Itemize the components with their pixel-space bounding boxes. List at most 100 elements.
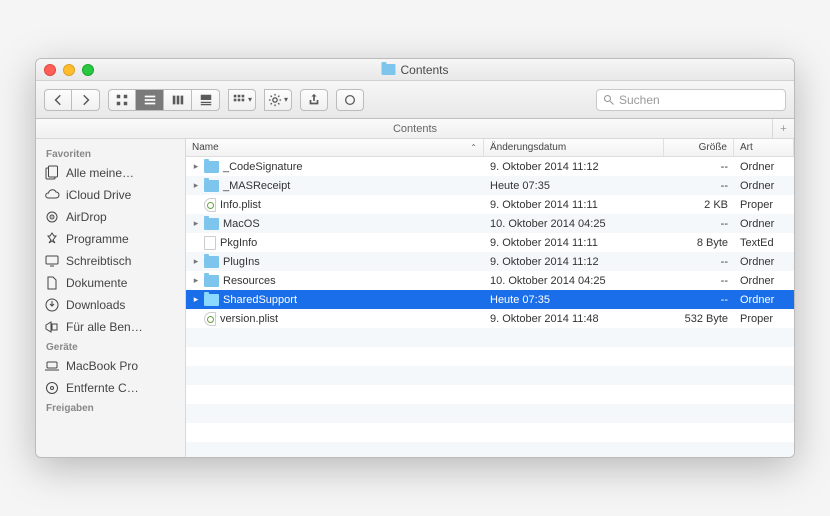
- table-row[interactable]: ▸ _CodeSignature 9. Oktober 2014 11:12--Or…: [186, 157, 794, 176]
- file-date: 10. Oktober 2014 04:25: [484, 275, 664, 287]
- search-field[interactable]: Suchen: [596, 89, 786, 111]
- column-kind[interactable]: Art: [734, 139, 794, 156]
- file-date: Heute 07:35: [484, 180, 664, 192]
- disk-icon: [44, 380, 60, 396]
- disclosure-triangle-icon[interactable]: ▸: [192, 218, 200, 229]
- share-button[interactable]: [300, 89, 328, 111]
- view-list-button[interactable]: [136, 89, 164, 111]
- minimize-button[interactable]: [63, 64, 75, 76]
- file-name: _CodeSignature: [223, 161, 303, 173]
- column-headers: Name⌃ Änderungsdatum Größe Art: [186, 139, 794, 157]
- sidebar-item-label: AirDrop: [66, 210, 107, 224]
- disclosure-triangle-icon[interactable]: ▸: [192, 180, 200, 191]
- file-kind: Proper: [734, 199, 794, 211]
- sidebar-item[interactable]: Alle meine…: [36, 162, 185, 184]
- column-date[interactable]: Änderungsdatum: [484, 139, 664, 156]
- view-column-button[interactable]: [164, 89, 192, 111]
- file-date: 9. Oktober 2014 11:11: [484, 237, 664, 249]
- forward-button[interactable]: [72, 89, 100, 111]
- folder-icon: [204, 294, 219, 306]
- column-name[interactable]: Name⌃: [186, 139, 484, 156]
- view-coverflow-button[interactable]: [192, 89, 220, 111]
- file-kind: Ordner: [734, 161, 794, 173]
- column-size[interactable]: Größe: [664, 139, 734, 156]
- sidebar-item-label: Schreibtisch: [66, 254, 131, 268]
- sidebar-item-label: Alle meine…: [66, 166, 134, 180]
- sidebar-item[interactable]: AirDrop: [36, 206, 185, 228]
- sidebar-item[interactable]: Für alle Ben…: [36, 316, 185, 338]
- view-buttons: [108, 89, 220, 111]
- sidebar-item[interactable]: Schreibtisch: [36, 250, 185, 272]
- sidebar-item[interactable]: Programme: [36, 228, 185, 250]
- finder-window: Contents ▾ ▾ Suchen Contents + Favoriten…: [35, 58, 795, 458]
- toolbar: ▾ ▾ Suchen: [36, 81, 794, 119]
- sidebar-item[interactable]: Downloads: [36, 294, 185, 316]
- file-icon: [204, 236, 216, 250]
- file-name: Resources: [223, 275, 276, 287]
- add-tab-button[interactable]: +: [772, 119, 794, 139]
- title-text: Contents: [400, 63, 448, 77]
- file-kind: TextEd: [734, 237, 794, 249]
- empty-row: [186, 328, 794, 347]
- empty-row: [186, 347, 794, 366]
- empty-row: [186, 404, 794, 423]
- tags-button[interactable]: [336, 89, 364, 111]
- file-name: _MASReceipt: [223, 180, 290, 192]
- laptop-icon: [44, 358, 60, 374]
- file-name: SharedSupport: [223, 294, 297, 306]
- titlebar[interactable]: Contents: [36, 59, 794, 81]
- file-date: 9. Oktober 2014 11:11: [484, 199, 664, 211]
- empty-row: [186, 385, 794, 404]
- folder-icon: [204, 161, 219, 173]
- table-row[interactable]: Info.plist9. Oktober 2014 11:112 KBPrope…: [186, 195, 794, 214]
- sidebar-item[interactable]: Entfernte C…: [36, 377, 185, 399]
- file-name: Info.plist: [220, 199, 261, 211]
- disclosure-triangle-icon[interactable]: ▸: [192, 161, 200, 172]
- tab-label[interactable]: Contents: [393, 123, 437, 135]
- sidebar-item-label: Downloads: [66, 298, 125, 312]
- file-kind: Ordner: [734, 218, 794, 230]
- table-row[interactable]: version.plist9. Oktober 2014 11:48532 By…: [186, 309, 794, 328]
- table-row[interactable]: ▸MacOS10. Oktober 2014 04:25--Ordner: [186, 214, 794, 233]
- table-row[interactable]: ▸Resources10. Oktober 2014 04:25--Ordner: [186, 271, 794, 290]
- sidebar: Favoriten Alle meine… iCloud Drive AirDrop P…: [36, 139, 186, 457]
- disclosure-triangle-icon[interactable]: ▸: [192, 294, 200, 305]
- table-row[interactable]: ▸PlugIns9. Oktober 2014 11:12--Ordner: [186, 252, 794, 271]
- table-row[interactable]: ▸SharedSupportHeute 07:35--Ordner: [186, 290, 794, 309]
- file-name: MacOS: [223, 218, 260, 230]
- sort-indicator-icon: ⌃: [470, 143, 477, 152]
- sidebar-item[interactable]: Dokumente: [36, 272, 185, 294]
- downloads-icon: [44, 297, 60, 313]
- table-row[interactable]: ▸_MASReceiptHeute 07:35--Ordner: [186, 176, 794, 195]
- disclosure-triangle-icon[interactable]: ▸: [192, 256, 200, 267]
- file-kind: Ordner: [734, 275, 794, 287]
- disclosure-triangle-icon[interactable]: ▸: [192, 275, 200, 286]
- desktop-icon: [44, 253, 60, 269]
- back-button[interactable]: [44, 89, 72, 111]
- sidebar-item-label: Programme: [66, 232, 129, 246]
- file-size: --: [664, 161, 734, 173]
- zoom-button[interactable]: [82, 64, 94, 76]
- file-size: --: [664, 294, 734, 306]
- sidebar-item[interactable]: MacBook Pro: [36, 355, 185, 377]
- search-placeholder: Suchen: [619, 93, 660, 107]
- file-date: 9. Oktober 2014 11:12: [484, 256, 664, 268]
- sidebar-header: Geräte: [36, 338, 185, 355]
- table-row[interactable]: PkgInfo9. Oktober 2014 11:118 ByteTextEd: [186, 233, 794, 252]
- shared-icon: [44, 319, 60, 335]
- action-button[interactable]: ▾: [264, 89, 292, 111]
- close-button[interactable]: [44, 64, 56, 76]
- file-date: 9. Oktober 2014 11:12: [484, 161, 664, 173]
- file-size: --: [664, 218, 734, 230]
- file-kind: Ordner: [734, 180, 794, 192]
- view-icon-button[interactable]: [108, 89, 136, 111]
- sidebar-header: Favoriten: [36, 145, 185, 162]
- traffic-lights: [44, 64, 94, 76]
- file-size: 8 Byte: [664, 237, 734, 249]
- sidebar-item[interactable]: iCloud Drive: [36, 184, 185, 206]
- plist-icon: [204, 312, 216, 326]
- file-date: Heute 07:35: [484, 294, 664, 306]
- arrange-button[interactable]: ▾: [228, 89, 256, 111]
- all-files-icon: [44, 165, 60, 181]
- folder-icon: [204, 218, 219, 230]
